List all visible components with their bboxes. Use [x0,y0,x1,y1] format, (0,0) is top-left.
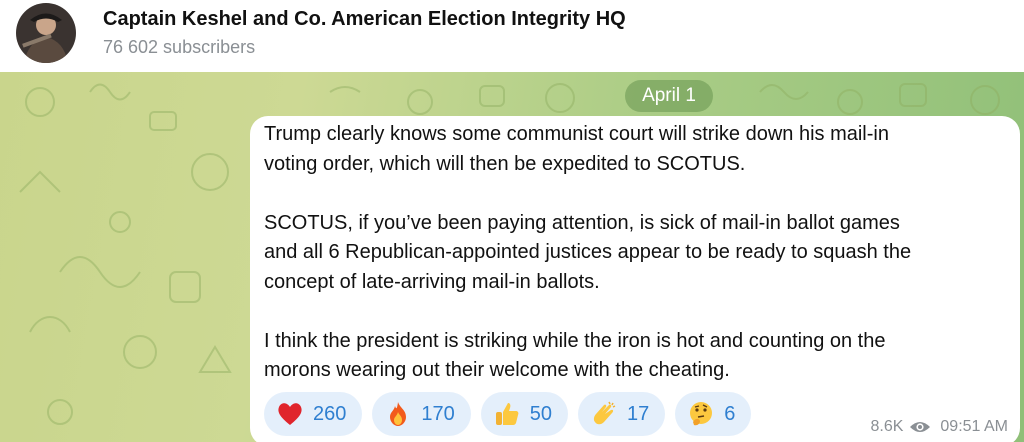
channel-title: Captain Keshel and Co. American Election… [103,8,626,30]
subscriber-count: 76 602 subscribers [103,37,256,57]
channel-header[interactable]: Captain Keshel and Co. American Election… [0,0,1024,72]
date-separator: April 1 [625,80,713,112]
message-line: concept of late-arriving mail-in ballots… [264,270,600,293]
reaction-count: 17 [627,402,650,425]
message-line: voting order, which will then be expedit… [264,152,746,175]
eye-icon [910,422,931,432]
reaction-count: 50 [529,402,552,425]
thumbs-up-icon [495,403,519,425]
reaction-count: 6 [724,402,736,425]
message-line: I think the president is striking while … [264,329,886,352]
message-line: SCOTUS, if you’ve been paying attention,… [264,211,900,234]
reaction-bar: 260 170 50 17 6 [264,392,752,436]
channel-avatar[interactable] [16,3,76,63]
reaction-count: 170 [421,402,455,425]
reaction-count: 260 [313,402,347,425]
message-bubble[interactable]: Trump clearly knows some communist court… [250,116,1020,442]
reaction-heart-button[interactable]: 260 [264,392,363,436]
chat-area[interactable]: April 1 Trump clearly knows some communi… [0,72,1024,442]
message-text: Trump clearly knows some communist court… [264,120,1008,386]
reaction-thinking-button[interactable]: 6 [675,392,752,436]
message-meta: 8.6K 09:51 AM [870,418,1008,436]
message-line: Trump clearly knows some communist court… [264,123,889,145]
red-heart-icon [278,403,302,425]
message-line: morons wearing out their welcome with th… [264,359,730,381]
clapping-hands-icon [593,401,616,425]
thinking-face-icon [690,402,713,426]
reaction-clap-button[interactable]: 17 [578,392,666,436]
message-line: and all 6 Republican-appointed justices … [264,241,912,263]
reaction-fire-button[interactable]: 170 [372,392,471,436]
message-time: 09:51 AM [940,418,1008,435]
fire-icon [390,402,407,426]
view-count: 8.6K [870,418,904,435]
reaction-thumbs-up-button[interactable]: 50 [480,392,568,436]
